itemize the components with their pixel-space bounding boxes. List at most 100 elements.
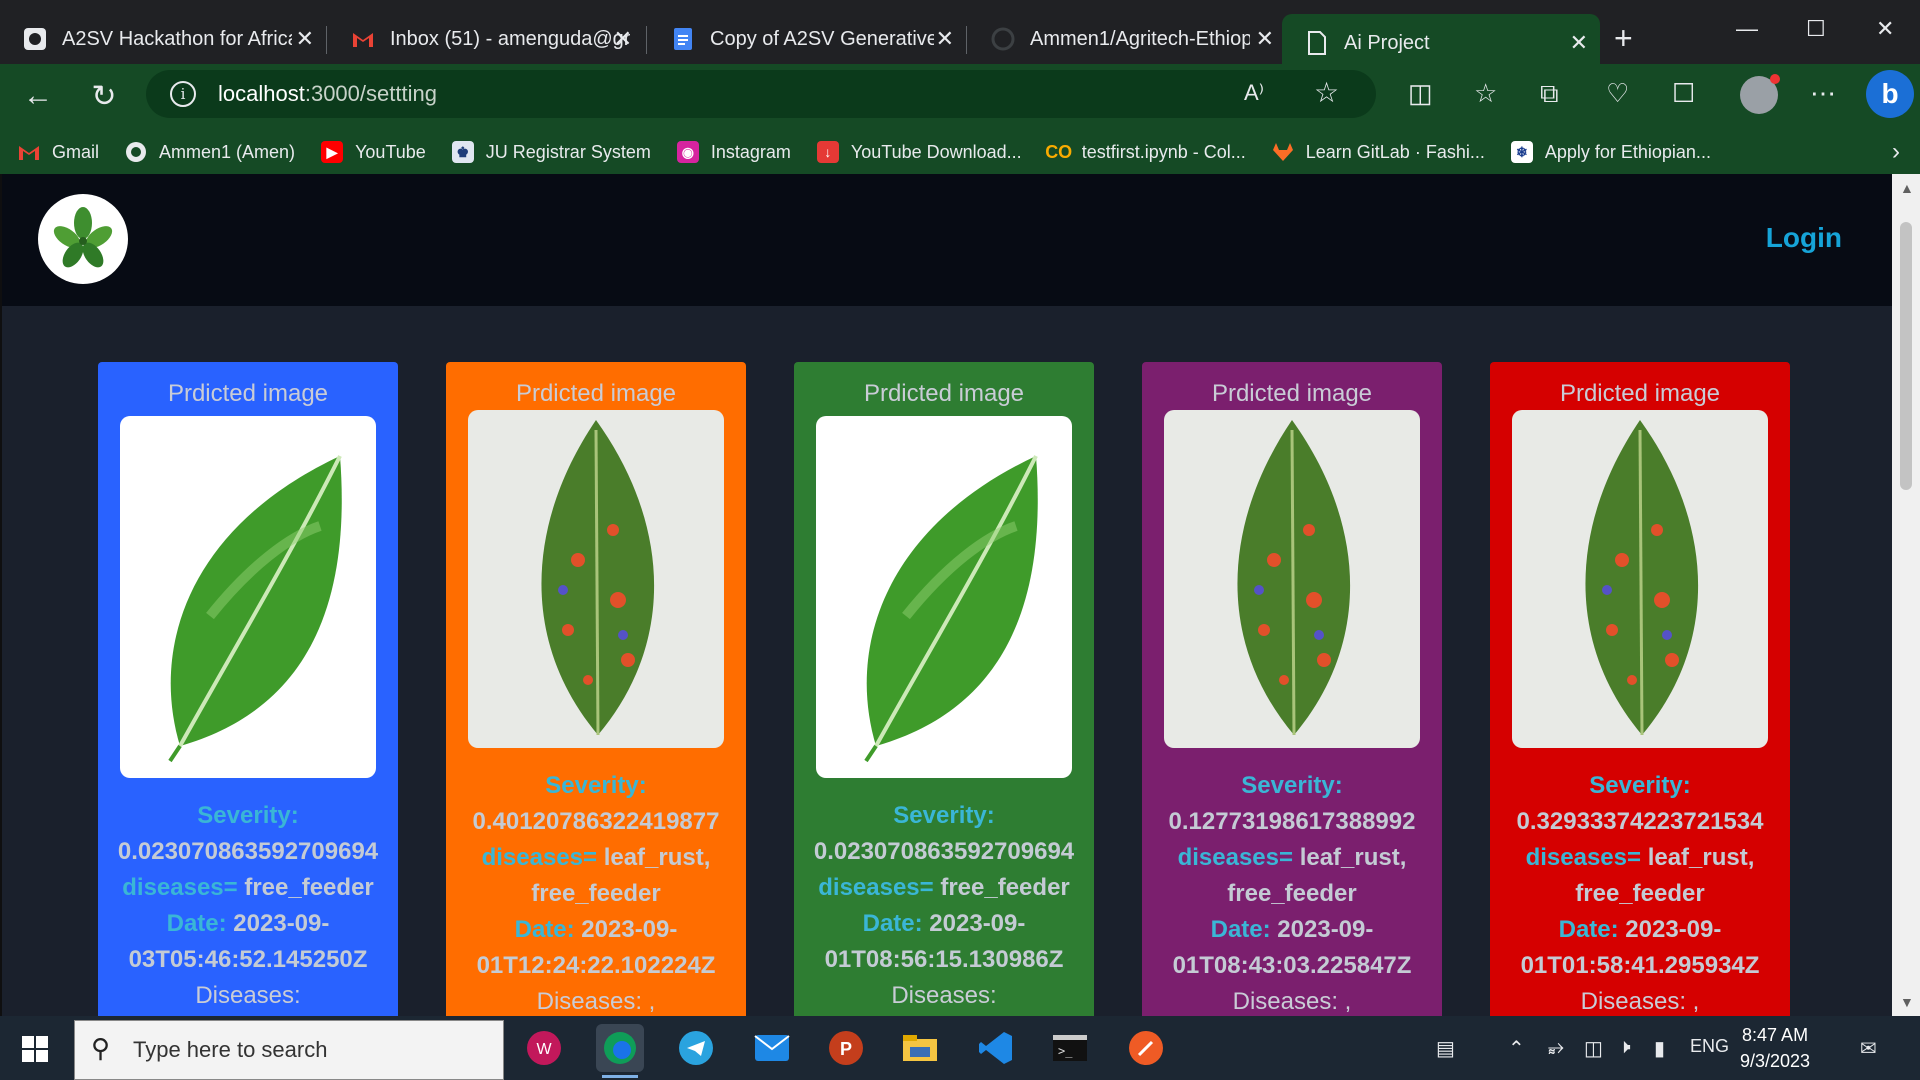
gmail-icon	[18, 141, 40, 163]
search-icon: ⚲	[91, 1033, 111, 1063]
predicted-leaf-image	[1164, 410, 1420, 748]
chevron-right-icon[interactable]: ›	[1892, 138, 1900, 166]
bookmark-ju-registrar[interactable]: ♚ JU Registrar System	[451, 141, 651, 163]
date-label: Date:	[1210, 916, 1271, 943]
severity-label: Severity:	[197, 802, 299, 829]
taskbar-search-input[interactable]: ⚲ Type here to search	[74, 1020, 504, 1080]
more-menu-icon[interactable]: ⋯	[1810, 78, 1836, 109]
powerpoint-icon[interactable]: P	[822, 1024, 870, 1072]
tab-gmail-inbox[interactable]: Inbox (51) - amenguda@gmail.com ✕	[328, 14, 644, 64]
close-icon[interactable]: ✕	[296, 26, 314, 52]
device-icon[interactable]: ◫	[1584, 1036, 1603, 1061]
taskbar-clock[interactable]: 8:47 AM 9/3/2023	[1740, 1022, 1810, 1074]
scroll-up-icon[interactable]: ▲	[1900, 180, 1914, 196]
browser-toolbar: ← ↻ i localhost:3000/settting A⁾ ☆ ◫ ☆ ⧉…	[0, 64, 1920, 130]
prediction-details: Severity: 0.023070863592709694 diseases=…	[794, 798, 1094, 1014]
address-bar[interactable]: i localhost:3000/settting A⁾ ☆	[146, 70, 1376, 118]
tab-google-doc[interactable]: Copy of A2SV Generative AI ✕	[648, 14, 966, 64]
prediction-details: Severity: 0.12773198617388992 diseases= …	[1142, 768, 1442, 1016]
diseases-row: diseases= leaf_rust, free_feeder	[446, 840, 746, 912]
date-label: Date:	[166, 910, 227, 937]
page-scrollbar[interactable]: ▲ ▼	[1892, 174, 1920, 1016]
tab-divider	[966, 26, 967, 54]
telegram-icon[interactable]	[672, 1024, 720, 1072]
download-icon: ↓	[816, 141, 839, 163]
bookmark-youtube-download[interactable]: ↓ YouTube Download...	[816, 141, 1022, 163]
date-value: 2023-09-03T05:46:52.145250Z	[128, 910, 368, 973]
leaf-logo[interactable]	[38, 194, 128, 284]
volume-icon[interactable]: 🕨	[1618, 1036, 1631, 1059]
wps-office-icon[interactable]: W	[520, 1024, 568, 1072]
tab-label: A2SV Hackathon for Africa	[62, 27, 292, 50]
news-widget-icon[interactable]: ▤	[1436, 1036, 1455, 1061]
wifi-icon[interactable]: ⥵	[1548, 1036, 1564, 1059]
favorites-icon[interactable]: ☆	[1474, 78, 1497, 109]
ju-icon: ♚	[451, 141, 474, 163]
prediction-card: Prdicted image Severity: 0.0230708635927…	[98, 362, 398, 1016]
edge-browser-icon[interactable]	[596, 1024, 644, 1078]
minimize-icon[interactable]: —	[1736, 16, 1758, 42]
read-aloud-icon[interactable]: A⁾	[1244, 80, 1264, 106]
date-row: Date: 2023-09-01T08:43:03.225847Z	[1142, 912, 1442, 984]
date-label: Date:	[1558, 916, 1619, 943]
chevron-up-icon[interactable]: ⌃	[1508, 1036, 1525, 1061]
back-arrow-icon[interactable]: ←	[16, 74, 60, 118]
severity-value: 0.12773198617388992	[1168, 808, 1416, 835]
notifications-icon[interactable]: ✉	[1860, 1036, 1877, 1061]
bookmark-github-ammen1[interactable]: Ammen1 (Amen)	[125, 141, 295, 163]
file-explorer-icon[interactable]	[896, 1024, 944, 1072]
close-icon[interactable]: ✕	[936, 26, 954, 52]
postman-icon[interactable]	[1122, 1024, 1170, 1072]
close-icon[interactable]: ✕	[614, 26, 632, 52]
collections-icon[interactable]: ⧉	[1540, 78, 1559, 110]
new-tab-button[interactable]: +	[1614, 20, 1633, 57]
ie-mode-icon[interactable]: ☐	[1672, 78, 1695, 109]
login-link[interactable]: Login	[1766, 222, 1842, 254]
tab-github-repo[interactable]: Ammen1/Agritech-Ethiopia ✕	[968, 14, 1286, 64]
profile-avatar[interactable]	[1740, 74, 1780, 114]
predicted-leaf-image	[1512, 410, 1768, 748]
mail-icon[interactable]	[748, 1024, 796, 1072]
bookmark-gmail[interactable]: Gmail	[18, 141, 99, 163]
battery-icon[interactable]: ▮	[1654, 1036, 1665, 1061]
url-text[interactable]: localhost:3000/settting	[218, 81, 437, 107]
page-icon	[1304, 30, 1330, 56]
tab-label: Copy of A2SV Generative AI	[710, 27, 934, 50]
scroll-down-icon[interactable]: ▼	[1900, 994, 1914, 1010]
date-row: Date: 2023-09-01T12:24:22.102224Z	[446, 912, 746, 984]
card-title: Prdicted image	[167, 380, 329, 407]
close-icon[interactable]: ✕	[1256, 26, 1274, 52]
bookmark-instagram[interactable]: ◉ Instagram	[676, 141, 791, 163]
card-title: Prdicted image	[863, 380, 1025, 407]
bing-chat-icon[interactable]: b	[1866, 70, 1914, 118]
tab-label: Inbox (51) - amenguda@gmail.com	[390, 27, 630, 50]
tab-divider	[326, 26, 327, 54]
language-indicator[interactable]: ENG	[1690, 1036, 1729, 1057]
tab-a2sv-hackathon[interactable]: A2SV Hackathon for Africa ✕	[0, 14, 326, 64]
split-screen-icon[interactable]: ◫	[1408, 78, 1433, 109]
bookmark-gitlab[interactable]: Learn GitLab · Fashi...	[1272, 141, 1485, 163]
prediction-card: Prdicted image Severity: 0.0230708635927…	[794, 362, 1094, 1016]
youtube-icon: ▶	[321, 141, 344, 163]
diseases-label: diseases=	[481, 844, 598, 871]
bookmark-youtube[interactable]: ▶ YouTube	[321, 141, 426, 163]
favorite-star-icon[interactable]: ☆	[1314, 76, 1339, 109]
close-window-icon[interactable]: ✕	[1876, 16, 1894, 42]
bookmark-colab[interactable]: CO testfirst.ipynb - Col...	[1045, 141, 1246, 163]
close-icon[interactable]: ✕	[1570, 30, 1588, 56]
date-value: 2023-09-01T08:56:15.130986Z	[824, 910, 1064, 973]
vscode-icon[interactable]	[972, 1024, 1020, 1072]
scrollbar-thumb[interactable]	[1900, 222, 1912, 490]
browser-tab-strip: A2SV Hackathon for Africa ✕ Inbox (51) -…	[0, 0, 1920, 72]
diseases-row: diseases= leaf_rust, free_feeder	[1142, 840, 1442, 912]
terminal-icon[interactable]: >_	[1046, 1024, 1094, 1072]
date-row: Date: 2023-09-01T01:58:41.295934Z	[1490, 912, 1790, 984]
site-info-icon[interactable]: i	[170, 81, 196, 107]
refresh-icon[interactable]: ↻	[82, 74, 126, 118]
clock-date: 9/3/2023	[1740, 1051, 1811, 1071]
windows-start-icon[interactable]	[22, 1036, 48, 1067]
bookmark-ethiopian-apply[interactable]: ❄ Apply for Ethiopian...	[1510, 141, 1711, 163]
diseases-value: free_feeder	[244, 874, 374, 901]
maximize-icon[interactable]: ☐	[1806, 16, 1826, 42]
browser-essentials-icon[interactable]: ♡	[1606, 78, 1629, 109]
